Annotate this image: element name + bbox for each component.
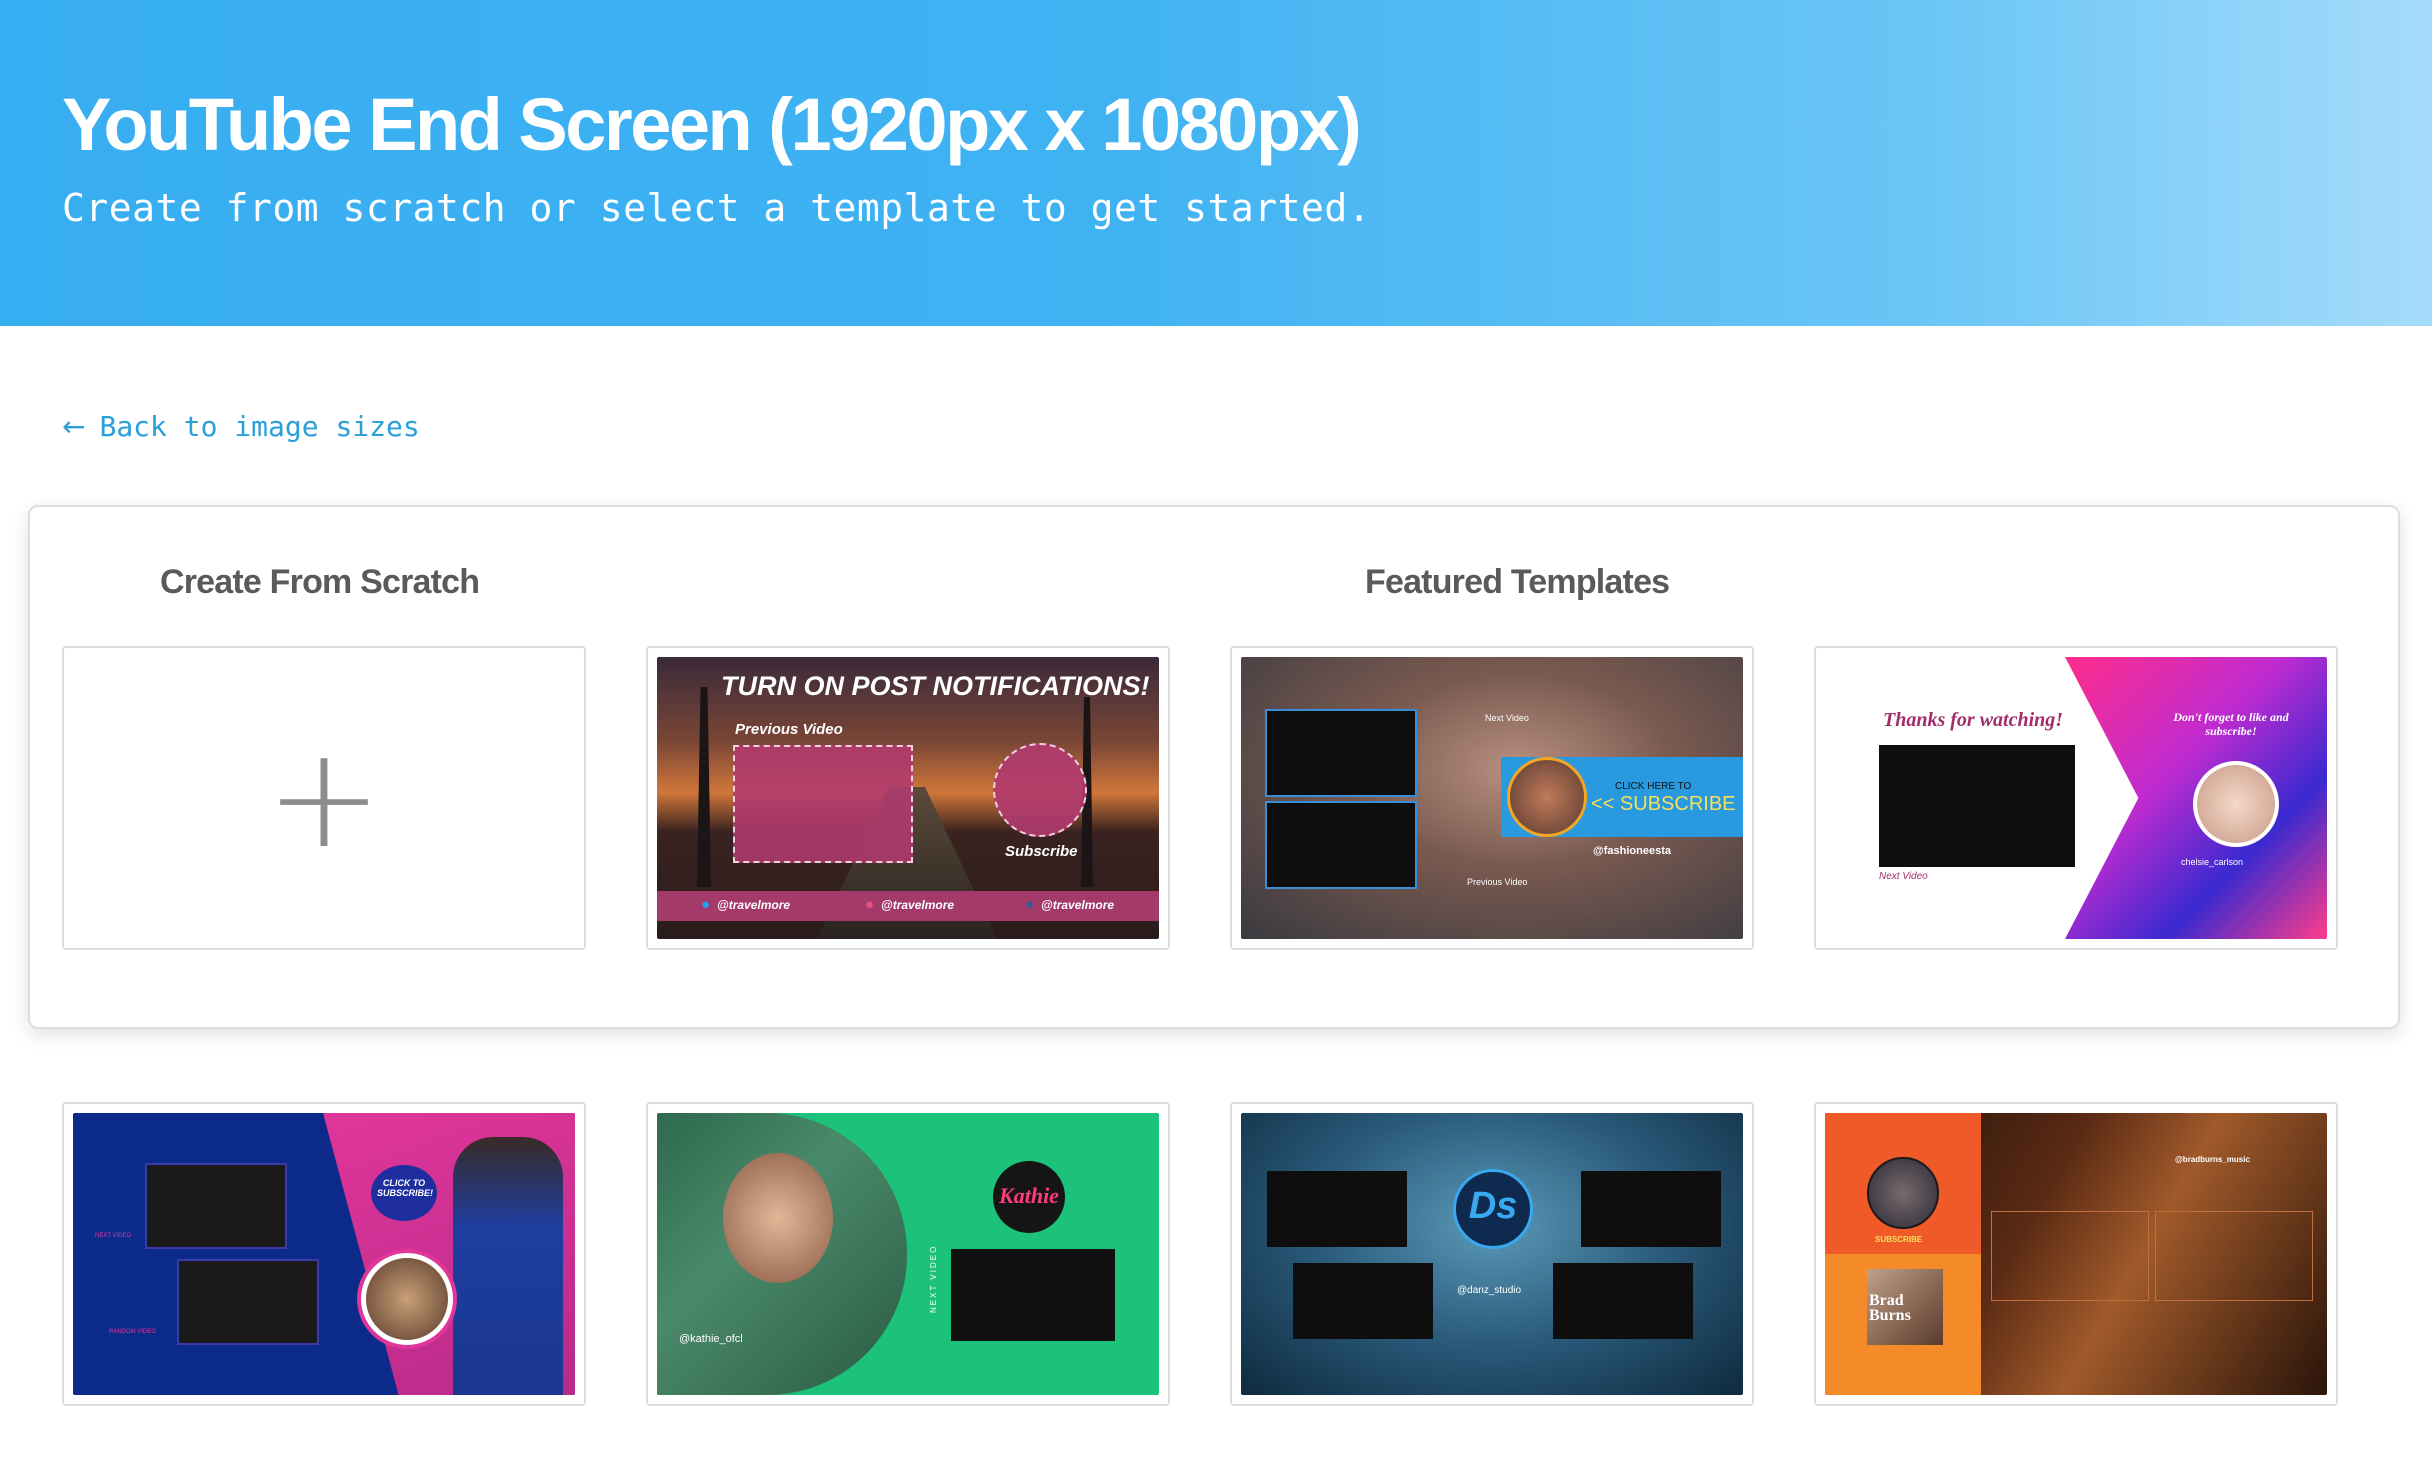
avatar — [2193, 761, 2279, 847]
video-placeholder — [1265, 801, 1417, 889]
next-video-label: NEXT VIDEO — [95, 1233, 132, 1239]
arrow-left-icon: ← — [62, 410, 86, 443]
page-subtitle: Create from scratch or select a template… — [62, 186, 1372, 230]
video-placeholder — [1267, 1171, 1407, 1247]
video-placeholder — [1265, 709, 1417, 797]
thanks-label: Thanks for watching! — [1883, 709, 2064, 731]
person-silhouette — [453, 1137, 563, 1395]
subscribe-label: SUBSCRIBE — [1875, 1235, 1923, 1244]
template-card-danz-studio[interactable]: Ds @danz_studio — [1230, 1102, 1754, 1406]
social-bar: @travelmore ● @travelmore ● @travelmore … — [657, 891, 1159, 921]
channel-handle: @bradburns_music — [2175, 1155, 2250, 1164]
artist-name: Brad Burns — [1869, 1292, 1911, 1325]
channel-handle: @fashioneesta — [1593, 845, 1671, 857]
video-placeholder — [145, 1163, 287, 1249]
template-card-brad-burns[interactable]: SUBSCRIBE Brad Burns @bradburns_music — [1814, 1102, 2338, 1406]
template-thumbnail: Next Video CLICK HERE TO << SUBSCRIBE @f… — [1241, 657, 1743, 939]
twitter-handle: @travelmore — [717, 898, 791, 912]
instagram-handle: @travelmore — [881, 898, 955, 912]
reminder-label: Don't forget to like and subscribe! — [2173, 710, 2289, 738]
template-thumbnail: Ds @danz_studio — [1241, 1113, 1743, 1395]
subscribe-cta: << SUBSCRIBE — [1591, 793, 1736, 815]
video-placeholder — [1553, 1263, 1693, 1339]
random-video-label: RANDOM VIDEO — [109, 1329, 157, 1335]
template-card-post-notifications[interactable]: TURN ON POST NOTIFICATIONS! Previous Vid… — [646, 646, 1170, 950]
channel-handle: @danz_studio — [1457, 1285, 1522, 1296]
template-card-thanks-for-watching[interactable]: Thanks for watching! Next Video Don't fo… — [1814, 646, 2338, 950]
previous-video-label: Previous Video — [735, 721, 843, 738]
template-thumbnail: @kathie_ofcl Kathie NEXT VIDEO — [657, 1113, 1159, 1395]
avatar — [361, 1253, 453, 1345]
next-video-label: Next Video — [1879, 871, 1928, 882]
subscribe-label: Subscribe — [1005, 843, 1078, 860]
template-thumbnail: NEXT VIDEO RANDOM VIDEO CLICK TO SUBSCRI… — [73, 1113, 575, 1395]
facebook-icon: ● — [1025, 896, 1035, 913]
plus-icon: + — [265, 716, 383, 880]
template-card-click-to-subscribe[interactable]: Next Video CLICK HERE TO << SUBSCRIBE @f… — [1230, 646, 1754, 950]
channel-handle: @kathie_ofcl — [679, 1333, 743, 1345]
video-placeholder — [177, 1259, 319, 1345]
next-video-label: Next Video — [1485, 713, 1529, 723]
page-title: YouTube End Screen (1920px x 1080px) — [62, 83, 1362, 166]
back-link-label: Back to image sizes — [99, 410, 420, 443]
twitter-icon: ● — [701, 896, 711, 913]
avatar — [1867, 1157, 1939, 1229]
previous-video-label: Previous Video — [1467, 877, 1528, 887]
template-thumbnail: TURN ON POST NOTIFICATIONS! Previous Vid… — [657, 657, 1159, 939]
channel-logo: Ds — [1468, 1185, 1518, 1227]
featured-templates-heading: Featured Templates — [1365, 563, 1670, 601]
video-placeholder — [2155, 1211, 2313, 1301]
palm-silhouette — [697, 687, 711, 887]
video-placeholder — [951, 1249, 1115, 1341]
create-from-scratch-card[interactable]: + — [62, 646, 586, 950]
video-placeholder — [1293, 1263, 1433, 1339]
subscribe-bubble-text: CLICK TO SUBSCRIBE! — [377, 1178, 434, 1198]
channel-handle: chelsie_carlson — [2181, 857, 2244, 867]
avatar — [1507, 757, 1587, 837]
video-placeholder — [1991, 1211, 2149, 1301]
video-placeholder — [1879, 745, 2075, 867]
back-to-image-sizes-link[interactable]: ← Back to image sizes — [62, 410, 420, 443]
template-headline: TURN ON POST NOTIFICATIONS! — [721, 671, 1150, 701]
next-video-label: NEXT VIDEO — [929, 1244, 938, 1313]
template-card-kathie[interactable]: @kathie_ofcl Kathie NEXT VIDEO — [646, 1102, 1170, 1406]
template-thumbnail: Thanks for watching! Next Video Don't fo… — [1825, 657, 2327, 939]
page-header: YouTube End Screen (1920px x 1080px) Cre… — [0, 0, 2432, 326]
cta-small-label: CLICK HERE TO — [1615, 781, 1692, 792]
video-placeholder — [1581, 1171, 1721, 1247]
create-from-scratch-heading: Create From Scratch — [160, 563, 480, 601]
channel-name: Kathie — [999, 1183, 1059, 1208]
facebook-handle: @travelmore — [1041, 898, 1115, 912]
instagram-icon: ● — [865, 896, 875, 913]
portrait-face — [723, 1153, 833, 1283]
subscribe-circle — [993, 743, 1087, 837]
previous-video-placeholder — [733, 745, 913, 863]
template-card-click-to-subscribe-bubble[interactable]: NEXT VIDEO RANDOM VIDEO CLICK TO SUBSCRI… — [62, 1102, 586, 1406]
template-thumbnail: SUBSCRIBE Brad Burns @bradburns_music — [1825, 1113, 2327, 1395]
